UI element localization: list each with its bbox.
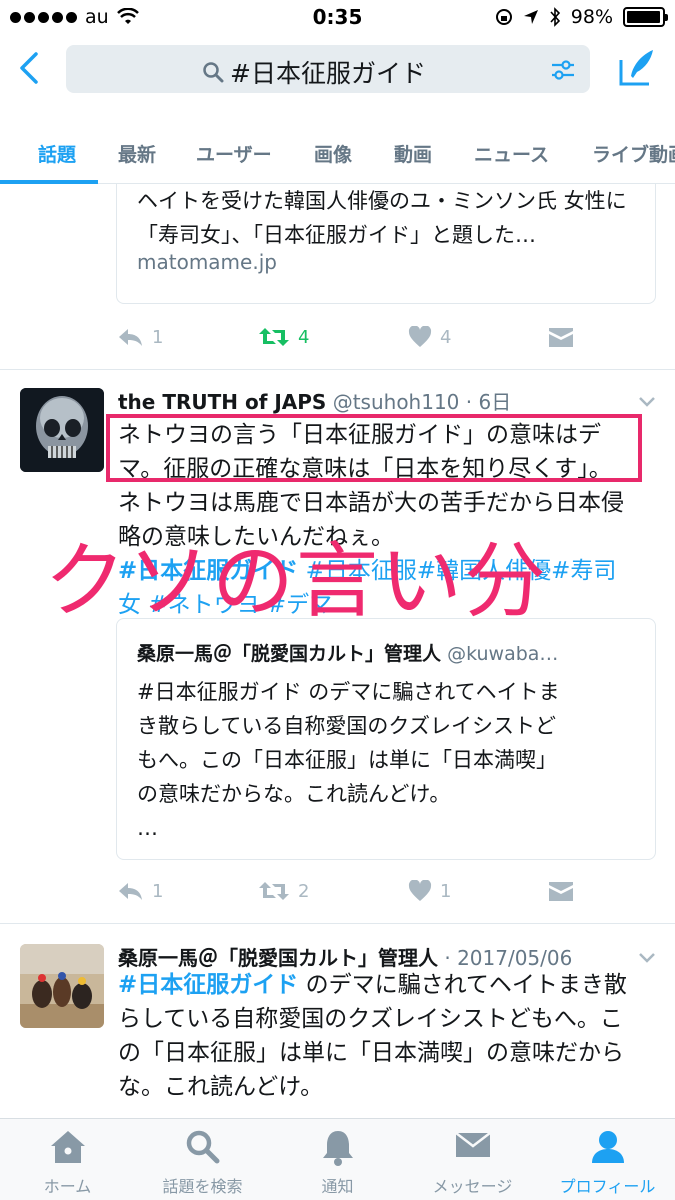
search-icon [203,62,224,83]
quoted-user-handle: @kuwaba… [447,643,559,665]
quoted-user-name: 桑原一馬＠「脱愛国カルト」管理人 [137,643,442,665]
like-button[interactable]: 4 [408,326,451,348]
divider [0,923,675,924]
like-button[interactable]: 1 [408,880,451,902]
tab-videos[interactable]: 動画 [394,140,432,167]
tab-users[interactable]: ユーザー [196,140,272,167]
tab-search[interactable]: 話題を検索 [135,1119,270,1200]
tweet-header: 桑原一馬＠「脱愛国カルト」管理人 · 2017/05/06 [118,942,572,971]
heart-icon [408,880,432,901]
orientation-lock-icon [495,9,512,25]
search-input[interactable]: #日本征服ガイド [66,45,590,93]
bluetooth-icon [550,7,560,27]
tab-notifications[interactable]: 通知 [270,1119,405,1200]
user-handle[interactable]: @tsuhoh110 [333,390,460,414]
search-tabs: 話題 最新 ユーザー 画像 動画 ニュース ライブ動画 [0,102,675,184]
location-icon [523,10,538,24]
overlay-caption: クソの言い分 [44,534,549,629]
search-query: #日本征服ガイド [230,59,426,88]
share-button[interactable] [548,880,574,902]
tweet-header: the TRUTH of JAPS @tsuhoh110 · 6日 [118,386,511,415]
chevron-down-icon[interactable] [638,952,656,964]
tweet-time: · 2017/05/06 [444,946,573,970]
envelope-icon [454,1132,491,1157]
user-name[interactable]: the TRUTH of JAPS [118,390,326,414]
retweet-icon [259,328,289,346]
hashtag-link[interactable]: #寿司 [551,558,616,584]
share-button[interactable] [548,326,574,348]
reply-button[interactable]: 1 [116,880,163,902]
tab-news[interactable]: ニュース [474,140,549,167]
share-icon [549,328,573,347]
back-icon[interactable] [14,48,44,88]
tab-home[interactable]: ホーム [0,1119,135,1200]
tweet-actions: 1 4 4 [116,326,656,356]
filter-icon[interactable] [550,57,576,83]
tweet-time: · 6日 [465,390,512,414]
horse-race-avatar-image [20,944,104,1028]
retweet-button[interactable]: 4 [258,326,309,348]
reply-icon [119,883,142,900]
link-card-domain: matomame.jp [137,250,277,274]
bell-icon [322,1131,353,1166]
avatar[interactable] [20,944,104,1028]
link-card-text: ヘイトを受けた韓国人俳優のユ・ミンソン氏 女性に「寿司女」、「日本征服ガイド」と… [137,189,627,247]
battery-icon [623,7,668,27]
compose-tweet-icon[interactable] [617,46,657,90]
share-icon [549,882,573,901]
profile-icon [591,1131,624,1163]
home-icon [50,1131,85,1163]
search-header: #日本征服ガイド [0,36,675,102]
bottom-tab-bar: ホーム 話題を検索 通知 メッセージ プロフィール [0,1118,675,1200]
tab-images[interactable]: 画像 [314,140,352,167]
tab-top[interactable]: 話題 [38,140,76,167]
reply-icon [119,329,142,346]
skull-avatar-image [20,388,104,472]
tab-live-video[interactable]: ライブ動画 [592,140,675,167]
link-card[interactable]: ヘイトを受けた韓国人俳優のユ・ミンソン氏 女性に「寿司女」、「日本征服ガイド」と… [116,184,656,304]
highlight-box [106,414,642,482]
hashtag-link[interactable]: #日本征服ガイド [118,972,298,998]
chevron-down-icon[interactable] [638,396,656,408]
battery-percent: 98% [570,6,613,28]
divider [0,369,675,370]
tab-latest[interactable]: 最新 [118,140,156,167]
tweet-feed[interactable]: ヘイトを受けた韓国人俳優のユ・ミンソン氏 女性に「寿司女」、「日本征服ガイド」と… [0,184,675,1118]
retweet-icon [259,882,289,900]
status-bar: au 0:35 98% [0,0,675,36]
tab-profile[interactable]: プロフィール [540,1119,675,1200]
quoted-tweet[interactable]: 桑原一馬＠「脱愛国カルト」管理人 @kuwaba… #日本征服ガイド のデマに騙… [116,618,656,860]
tweet-body: #日本征服ガイド のデマに騙されてヘイトまき散 らしている自称愛国のクズレイシス… [118,972,627,1100]
user-name[interactable]: 桑原一馬＠「脱愛国カルト」管理人 [118,946,438,970]
retweet-button[interactable]: 2 [258,880,309,902]
reply-button[interactable]: 1 [116,326,163,348]
quoted-tweet-text: #日本征服ガイド のデマに騙されてヘイトま き散らしている自称愛国のクズレイシス… [137,680,560,840]
avatar[interactable] [20,388,104,472]
tweet-actions: 1 2 1 [116,880,656,910]
heart-icon [408,326,432,347]
search-icon [186,1130,219,1164]
tab-messages[interactable]: メッセージ [405,1119,540,1200]
